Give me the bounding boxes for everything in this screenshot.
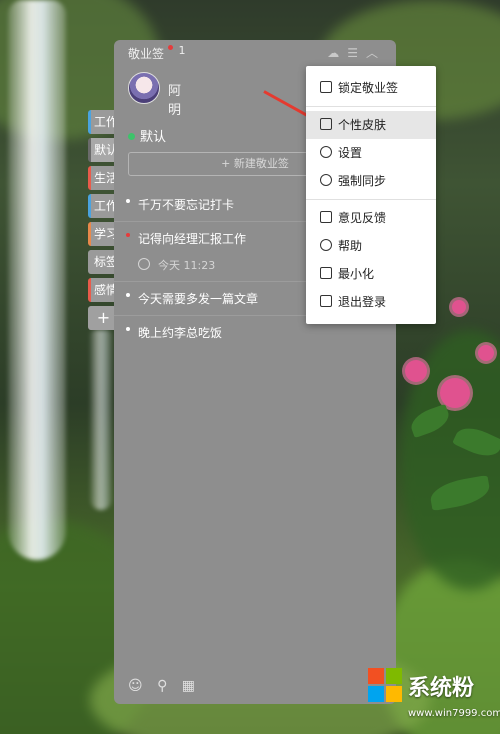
menu-item-settings[interactable]: 设置 <box>306 139 436 167</box>
menu-item-label: 锁定敬业签 <box>338 81 399 95</box>
category-tab[interactable]: 工作 <box>88 110 116 134</box>
panel-footer: ☺ ⚲ ▦ <box>128 678 205 694</box>
category-tab[interactable]: 默认 <box>88 138 116 162</box>
menu-item-logout[interactable]: 退出登录 <box>306 288 436 316</box>
menu-icon[interactable]: ☰ <box>347 46 366 60</box>
add-category-button[interactable]: + <box>88 306 116 330</box>
menu-item-label: 强制同步 <box>338 174 387 188</box>
menu-item-minimize[interactable]: 最小化 <box>306 260 436 288</box>
logout-icon <box>320 295 332 307</box>
contacts-icon[interactable]: ☺ <box>128 678 143 694</box>
watermark-url: www.win7999.com <box>408 708 500 719</box>
bullet-icon <box>126 327 130 331</box>
group-status-dot-icon <box>128 133 135 140</box>
flower <box>405 360 427 382</box>
lock-icon <box>320 81 332 93</box>
menu-item-label: 意见反馈 <box>338 211 387 225</box>
group-label: 默认 <box>140 130 167 145</box>
notification-dot-icon <box>168 45 173 50</box>
category-tab[interactable]: 感情 <box>88 278 116 302</box>
minimize-icon <box>320 267 332 279</box>
waterfall <box>8 0 66 560</box>
windows-logo-icon <box>368 668 402 702</box>
menu-item-label: 退出登录 <box>338 295 387 309</box>
search-icon[interactable]: ⚲ <box>157 678 167 694</box>
category-tab[interactable]: 生活 <box>88 166 116 190</box>
mail-icon <box>320 211 332 223</box>
settings-dropdown-menu: 锁定敬业签 个性皮肤 设置 强制同步 意见反馈 帮助 最小化 退出登录 <box>306 66 436 324</box>
note-text: 晚上约李总吃饭 <box>138 326 223 340</box>
help-icon <box>320 239 332 251</box>
bullet-icon <box>126 293 130 297</box>
bullet-icon <box>126 199 130 203</box>
note-text: 千万不要忘记打卡 <box>138 198 235 212</box>
sync-icon <box>320 174 332 186</box>
menu-item-label: 帮助 <box>338 239 363 253</box>
clock-icon <box>138 258 150 270</box>
username: 阿明 <box>168 84 182 118</box>
menu-item-label: 最小化 <box>338 267 375 281</box>
flower <box>440 378 470 408</box>
note-text: 记得向经理汇报工作 <box>138 232 247 246</box>
bullet-icon <box>126 233 130 237</box>
menu-item-label: 个性皮肤 <box>338 118 387 132</box>
category-tab[interactable]: 工作 <box>88 194 116 218</box>
note-text: 今天需要多发一篇文章 <box>138 292 259 306</box>
category-tabs: 工作 默认 生活 工作 学习 标签 感情 + <box>88 110 116 334</box>
menu-divider <box>306 106 436 107</box>
menu-item-lock[interactable]: 锁定敬业签 <box>306 74 436 102</box>
menu-item-help[interactable]: 帮助 <box>306 232 436 260</box>
category-tab[interactable]: 标签 <box>88 250 116 274</box>
site-watermark: 系统粉 www.win7999.com <box>360 664 500 734</box>
flower <box>478 345 494 361</box>
menu-item-skin[interactable]: 个性皮肤 <box>306 111 436 139</box>
avatar[interactable] <box>128 72 160 104</box>
shirt-icon <box>320 118 332 130</box>
title-bar: 敬业签 1 ☁☰︿ <box>114 40 396 64</box>
collapse-icon[interactable]: ︿ <box>366 46 386 60</box>
group-title: 默认 <box>128 126 166 145</box>
category-tab[interactable]: 学习 <box>88 222 116 246</box>
cloud-icon[interactable]: ☁ <box>327 46 347 60</box>
calendar-icon[interactable]: ▦ <box>182 678 195 694</box>
titlebar-icons: ☁☰︿ <box>327 44 386 61</box>
settings-icon <box>320 146 332 158</box>
menu-item-feedback[interactable]: 意见反馈 <box>306 204 436 232</box>
flower <box>452 300 466 314</box>
notification-count: 1 <box>178 44 186 57</box>
waterfall <box>90 330 112 510</box>
reminder-time: 今天 11:23 <box>158 259 216 272</box>
app-title: 敬业签 <box>128 47 165 61</box>
watermark-title: 系统粉 <box>408 676 475 701</box>
menu-item-sync[interactable]: 强制同步 <box>306 167 436 195</box>
menu-item-label: 设置 <box>338 146 363 160</box>
notification-indicator[interactable]: 1 <box>168 44 186 57</box>
menu-divider <box>306 199 436 200</box>
